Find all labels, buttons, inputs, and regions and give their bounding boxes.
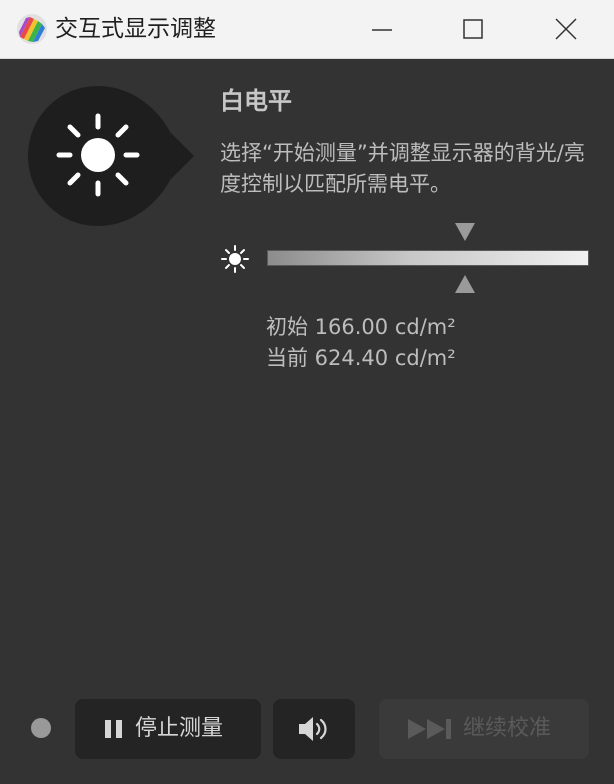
section-heading: 白电平 [220, 87, 292, 115]
maximize-button[interactable] [428, 0, 520, 58]
minimize-icon [372, 29, 392, 31]
status-indicator [31, 718, 51, 738]
instruction-text: 选择“开始测量”并调整显示器的背光/亮度控制以匹配所需电平。 [220, 141, 585, 196]
window-title: 交互式显示调整 [55, 16, 216, 42]
skip-forward-icon [408, 719, 451, 739]
close-button[interactable] [520, 0, 612, 58]
level-gradient-bar [267, 250, 589, 266]
current-level-marker [455, 275, 476, 293]
color-wheel-icon [17, 14, 47, 44]
stop-measurement-label: 停止测量 [135, 716, 224, 741]
target-level-marker [455, 223, 476, 241]
pause-icon [105, 720, 122, 738]
minimize-button[interactable] [336, 0, 428, 58]
current-reading: 当前 624.40 cd/m² [266, 346, 456, 370]
app-window: 交互式显示调整 白电平 选择“开始测量”并调整显示器的背光/亮度控制以匹配所需电… [0, 0, 614, 784]
sound-toggle-button[interactable] [273, 699, 355, 759]
continue-calibration-label: 继续校准 [463, 716, 552, 741]
maximize-icon [463, 19, 483, 39]
sun-icon [56, 113, 140, 197]
white-level-badge [28, 86, 194, 226]
speaker-icon [299, 717, 327, 741]
brightness-icon [221, 245, 249, 273]
close-icon [555, 18, 577, 40]
stop-measurement-button[interactable]: 停止测量 [75, 699, 261, 759]
title-bar[interactable]: 交互式显示调整 [0, 0, 614, 59]
initial-reading: 初始 166.00 cd/m² [266, 315, 456, 339]
continue-calibration-button[interactable]: 继续校准 [379, 699, 589, 759]
